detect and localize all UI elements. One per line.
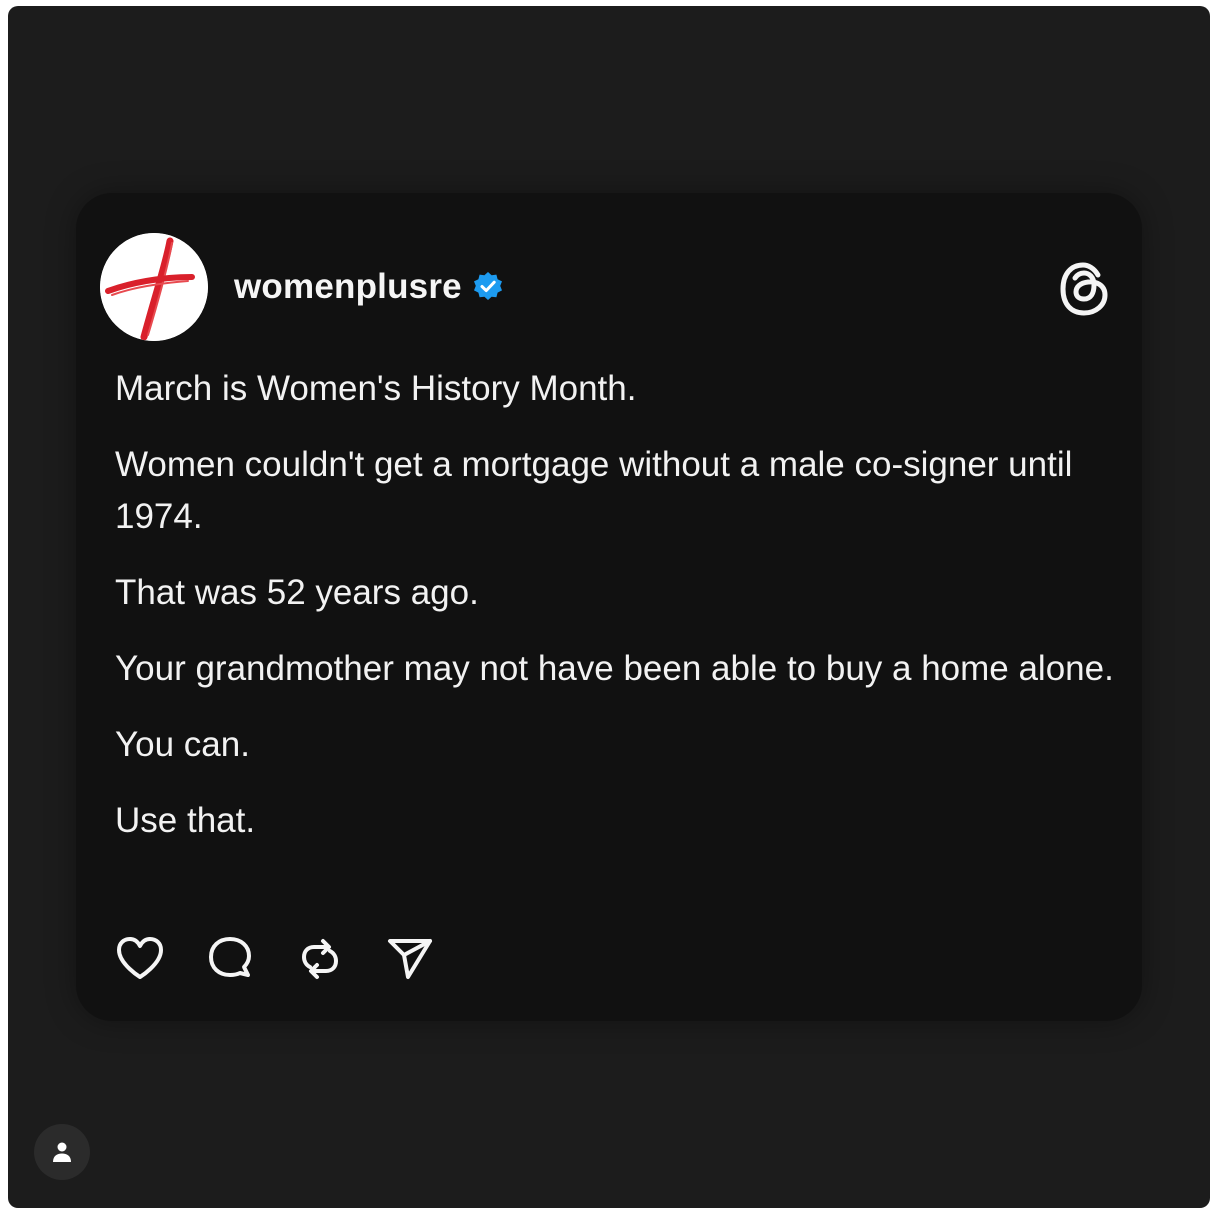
post-header: womenplusre — [234, 265, 504, 309]
username[interactable]: womenplusre — [234, 267, 462, 307]
post-paragraph: That was 52 years ago. — [115, 573, 479, 612]
post-paragraph: Your grandmother may not have been able … — [115, 649, 1114, 688]
post-paragraph: Use that. — [115, 801, 256, 840]
account-button[interactable] — [34, 1124, 90, 1180]
threads-post-card: womenplusre March is Women's History Mon… — [76, 193, 1142, 1021]
like-button[interactable] — [114, 933, 166, 985]
post-paragraph: Women couldn't get a mortgage without a … — [115, 445, 1073, 536]
user-icon — [53, 1142, 71, 1162]
repost-icon — [301, 939, 339, 979]
post-body: March is Women's History Month. Women co… — [115, 363, 1115, 871]
post-actions — [114, 933, 474, 985]
share-button[interactable] — [384, 933, 436, 985]
repost-button[interactable] — [294, 933, 346, 985]
post-paragraph: You can. — [115, 725, 250, 764]
comment-bubble-icon — [209, 937, 251, 977]
send-icon — [388, 939, 432, 979]
post-paragraph: March is Women's History Month. — [115, 369, 637, 408]
threads-logo-icon[interactable] — [1058, 261, 1110, 317]
verified-badge-icon — [472, 271, 504, 303]
app-frame: womenplusre March is Women's History Mon… — [8, 6, 1210, 1208]
comment-button[interactable] — [204, 933, 256, 985]
avatar[interactable] — [100, 233, 208, 341]
red-cross-logo-icon — [100, 233, 208, 341]
heart-icon — [117, 937, 163, 979]
